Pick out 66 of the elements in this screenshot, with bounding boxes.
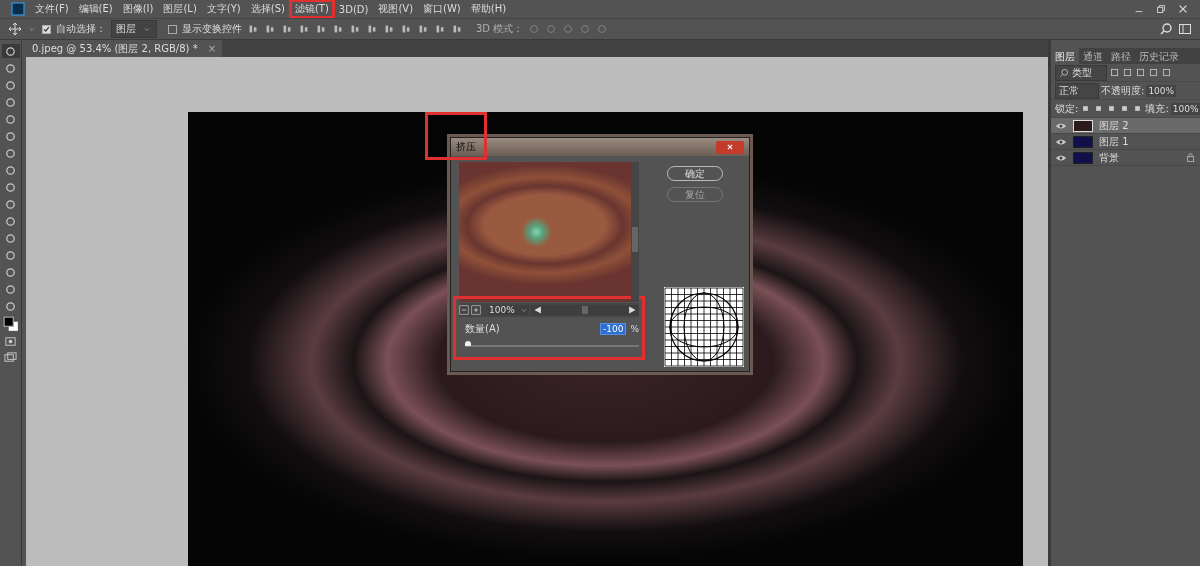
lock-label: 锁定: xyxy=(1055,101,1079,116)
amount-field[interactable]: -100 xyxy=(600,323,627,335)
menu-item[interactable]: 编辑(E) xyxy=(74,1,117,17)
mode-3d-label: 3D 模式： xyxy=(476,22,524,36)
layer-name: 图层 2 xyxy=(1099,118,1130,133)
horizontal-scrollbar[interactable] xyxy=(531,305,639,315)
reset-button[interactable]: 复位 xyxy=(666,187,723,202)
layer-row[interactable]: 图层 1 xyxy=(1051,134,1200,150)
amount-label: 数量(A) xyxy=(465,322,500,336)
ok-button[interactable]: 确定 xyxy=(666,166,723,181)
layer-dropdown[interactable]: 图层 xyxy=(111,20,157,38)
opacity-label: 不透明度: xyxy=(1101,83,1145,98)
layer-filter-dropdown[interactable]: 类型 xyxy=(1055,64,1107,81)
menu-item[interactable]: 窗口(W) xyxy=(419,1,465,17)
blend-mode-dropdown[interactable]: 正常 xyxy=(1055,82,1099,99)
search-icon[interactable] xyxy=(1159,22,1173,36)
panel-tab[interactable]: 通道 xyxy=(1079,48,1107,64)
zoom-out-icon[interactable] xyxy=(459,305,469,315)
menu-item[interactable]: 文件(F) xyxy=(31,1,73,17)
menu-item[interactable]: 文字(Y) xyxy=(202,1,245,17)
search-icon xyxy=(1059,67,1069,78)
zoom-dropdown[interactable]: 100% xyxy=(489,305,529,315)
opacity-field[interactable]: 100% xyxy=(1146,84,1177,97)
panel-tab[interactable]: 图层 xyxy=(1051,48,1079,64)
document-tab[interactable]: 0.jpeg @ 53.4% (图层 2, RGB/8) * × xyxy=(26,40,223,57)
panel-tab[interactable]: 历史记录 xyxy=(1135,48,1183,64)
menu-item[interactable]: 图层(L) xyxy=(159,1,201,17)
layer-thumbnail xyxy=(1073,119,1093,132)
panel-tab[interactable]: 路径 xyxy=(1107,48,1135,64)
transform-controls-checkbox[interactable] xyxy=(168,24,177,34)
zoom-in-icon[interactable] xyxy=(471,305,481,315)
close-icon xyxy=(725,142,735,152)
menu-item[interactable]: 选择(S) xyxy=(246,1,289,17)
transform-controls-label: 显示变换控件 xyxy=(182,22,242,36)
tab-close-button[interactable]: × xyxy=(207,43,217,54)
screen-mode-icon[interactable] xyxy=(4,351,17,364)
amount-slider[interactable] xyxy=(465,340,639,348)
workspace-icon[interactable] xyxy=(1178,22,1192,36)
menu-item[interactable]: 图像(I) xyxy=(118,1,158,17)
document-title: 0.jpeg @ 53.4% (图层 2, RGB/8) * xyxy=(32,41,198,56)
close-icon[interactable] xyxy=(1177,3,1189,15)
layer-thumbnail xyxy=(1073,135,1093,148)
left-arrow-icon xyxy=(533,305,543,315)
layer-name: 背景 xyxy=(1099,150,1120,165)
app-logo-icon[interactable] xyxy=(11,2,25,16)
slider-thumb[interactable] xyxy=(465,341,471,346)
auto-select-label: 自动选择： xyxy=(56,22,106,36)
right-arrow-icon xyxy=(627,305,637,315)
restore-icon[interactable] xyxy=(1155,3,1167,15)
menu-item[interactable]: 视图(V) xyxy=(374,1,418,17)
quick-mask-icon[interactable] xyxy=(4,335,17,348)
dialog-title: 挤压 xyxy=(456,140,476,154)
layer-thumbnail xyxy=(1073,151,1093,164)
layer-row[interactable]: 背景 xyxy=(1051,150,1200,166)
fill-label: 填充: xyxy=(1145,101,1169,116)
layer-row[interactable]: 图层 2 xyxy=(1051,118,1200,134)
vertical-scrollbar[interactable] xyxy=(631,162,639,302)
color-swatches-icon[interactable] xyxy=(2,316,19,332)
menu-item[interactable]: 滤镜(T) xyxy=(290,1,333,17)
auto-select-checkbox[interactable] xyxy=(42,24,51,34)
menu-item[interactable]: 帮助(H) xyxy=(466,1,511,17)
percent-unit: % xyxy=(630,324,639,334)
fill-field[interactable]: 100% xyxy=(1170,102,1200,115)
menu-item[interactable]: 3D(D) xyxy=(334,2,373,16)
layer-name: 图层 1 xyxy=(1099,134,1130,149)
highlight-frame xyxy=(425,112,487,160)
